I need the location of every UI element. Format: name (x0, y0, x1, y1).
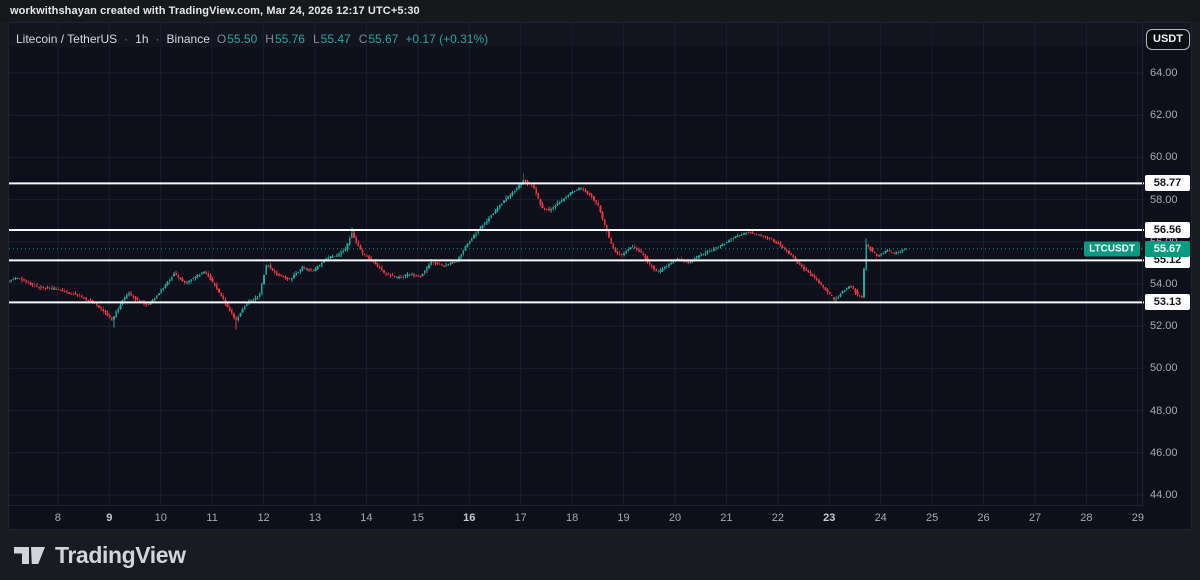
attribution-bar: workwithshayan created with TradingView.… (0, 0, 1200, 22)
time-tick: 10 (154, 511, 167, 524)
price-tick: 44.00 (1150, 489, 1178, 502)
price-tick: 54.00 (1150, 278, 1178, 291)
current-price-label: 55.67 (1145, 240, 1190, 257)
price-scale[interactable]: USDT 64.0062.0060.0058.0056.0054.0052.00… (1142, 23, 1191, 507)
time-tick: 29 (1131, 511, 1144, 524)
price-tick: 62.00 (1150, 109, 1178, 122)
time-tick: 17 (514, 511, 527, 524)
price-chart[interactable]: Litecoin / TetherUS · 1h · Binance O 55.5… (9, 23, 1144, 506)
legend-separator: · (124, 32, 129, 46)
chart-panel: Litecoin / TetherUS · 1h · Binance O 55.5… (8, 22, 1192, 530)
tradingview-mark-icon (14, 546, 45, 564)
time-tick: 13 (308, 511, 322, 524)
time-tick: 23 (823, 511, 836, 524)
time-tick: 15 (411, 511, 424, 524)
down-candles (9, 179, 895, 330)
legend-ohlc-pair: H 55.76 (265, 32, 305, 46)
price-tick: 58.00 (1150, 193, 1178, 206)
legend-change: +0.17 (+0.31%) (405, 32, 489, 46)
time-tick: 26 (977, 511, 990, 524)
time-tick: 14 (360, 511, 373, 524)
price-tick: 48.00 (1150, 404, 1178, 417)
attribution-text: workwithshayan created with TradingView.… (10, 5, 420, 17)
legend-exchange: Binance (166, 32, 210, 46)
tradingview-wordmark: TradingView (55, 541, 186, 568)
candlestick-canvas[interactable] (9, 23, 1144, 506)
price-tick: 50.00 (1150, 362, 1178, 375)
price-level-lines[interactable] (9, 182, 1144, 304)
up-candles (10, 173, 908, 328)
time-tick: 20 (668, 511, 682, 524)
legend-ohlc-pair: O 55.50 (216, 32, 258, 46)
price-tick: 64.00 (1150, 67, 1178, 79)
legend-ohlc-values: O 55.50 H 55.76 L 55.47 C 55.67 (217, 32, 399, 46)
legend-interval: 1h (135, 32, 149, 46)
time-tick: 27 (1028, 511, 1042, 524)
time-tick: 22 (771, 511, 784, 524)
gridlines (9, 23, 1144, 506)
price-tick: 46.00 (1150, 446, 1178, 459)
time-tick: 21 (720, 511, 733, 524)
time-tick: 8 (54, 511, 61, 524)
tradingview-logo[interactable]: TradingView (13, 542, 186, 569)
time-tick: 24 (874, 511, 887, 524)
time-tick: 18 (566, 511, 579, 524)
price-tick: 60.00 (1150, 151, 1178, 164)
currency-unit-button[interactable]: USDT (1146, 29, 1190, 50)
price-level-value-label: 58.77 (1145, 175, 1190, 192)
footer-bar: TradingView (0, 530, 1200, 580)
legend-ohlc-pair: L 55.47 (312, 32, 351, 46)
time-axis[interactable]: 8 9 10 11 12 13 14 15 16 17 18 19 20 21 22 23 24 25 26 27 28… (9, 505, 1144, 529)
legend-ohlc-pair: C 55.67 (358, 32, 399, 46)
time-tick: 11 (206, 511, 218, 524)
price-level-value-label: 56.56 (1145, 222, 1190, 238)
legend-separator: · (155, 32, 160, 46)
time-tick: 28 (1080, 511, 1093, 524)
symbol-price-badge: LTCUSDT (1084, 241, 1140, 257)
time-tick: 9 (106, 511, 113, 524)
time-tick: 16 (463, 511, 476, 524)
price-level-value-label: 53.13 (1145, 294, 1190, 311)
time-tick: 19 (617, 511, 630, 524)
time-tick: 25 (925, 511, 939, 524)
legend-symbol: Litecoin / TetherUS (16, 32, 118, 46)
time-tick: 12 (257, 511, 270, 524)
chart-legend[interactable]: Litecoin / TetherUS · 1h · Binance O 55.5… (16, 30, 488, 48)
price-tick: 52.00 (1150, 320, 1178, 333)
